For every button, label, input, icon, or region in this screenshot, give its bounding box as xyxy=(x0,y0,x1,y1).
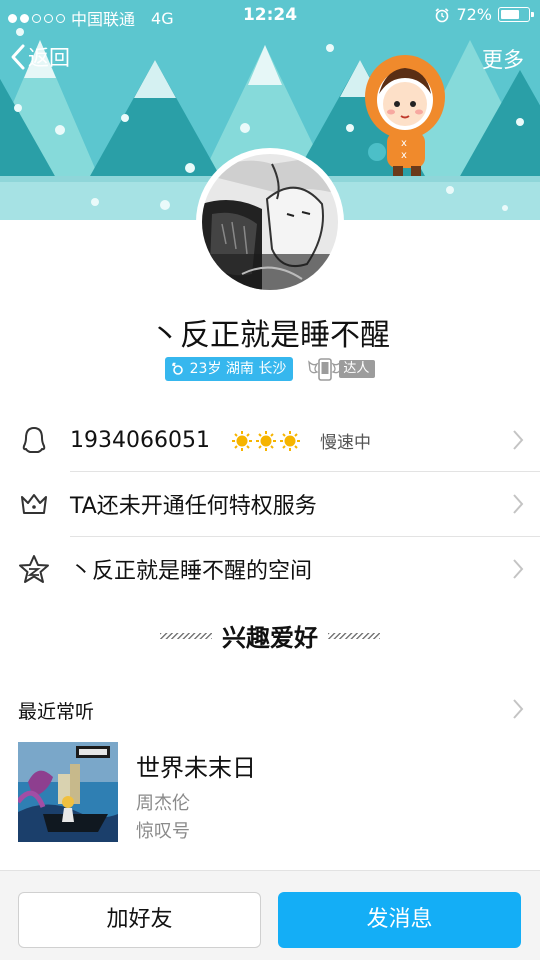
qq-number-text: 1934066051 xyxy=(70,427,210,453)
recent-listening-label[interactable]: 最近常听 xyxy=(18,697,94,724)
svg-text:x: x xyxy=(401,138,407,149)
more-button[interactable]: 更多 xyxy=(482,44,524,74)
interests-title: 兴趣爱好 xyxy=(222,624,318,652)
song-album: 惊叹号 xyxy=(136,821,190,842)
privilege-text: TA还未开通任何特权服务 xyxy=(70,494,317,519)
add-friend-button[interactable]: 加好友 xyxy=(18,892,261,948)
status-bar: 中国联通 4G 12:24 72% xyxy=(0,0,540,32)
info-badge: 23岁 湖南 长沙 xyxy=(164,357,294,381)
info-badge-text: 23岁 湖南 长沙 xyxy=(189,361,287,377)
nav-bar: 返回 更多 xyxy=(0,38,540,82)
song-title: 世界未末日 xyxy=(136,754,256,782)
heading-hatch-right xyxy=(328,632,380,639)
alarm-icon xyxy=(435,7,449,22)
qq-number-row[interactable]: 1934066051 慢速中 xyxy=(0,408,540,472)
male-gender-icon xyxy=(171,362,183,375)
space-row[interactable]: 丶反正就是睡不醒的空间 xyxy=(0,537,540,601)
sun-level-icon xyxy=(255,430,276,451)
back-button[interactable]: 返回 xyxy=(10,42,70,72)
profile-tags: 23岁 湖南 长沙 达人 xyxy=(0,356,540,382)
daren-label: 达人 xyxy=(339,360,376,378)
chevron-right-icon xyxy=(513,430,524,450)
qq-number: 1934066051 xyxy=(70,428,301,453)
chevron-right-icon[interactable] xyxy=(512,698,524,720)
avatar[interactable] xyxy=(196,148,344,296)
space-text: 丶反正就是睡不醒的空间 xyxy=(70,559,313,584)
svg-text:x: x xyxy=(401,150,407,161)
winged-phone-icon xyxy=(308,358,343,381)
qzone-star-icon xyxy=(19,555,49,583)
song-artist: 周杰伦 xyxy=(136,793,190,814)
crown-icon xyxy=(21,494,47,514)
battery-icon xyxy=(498,7,534,22)
interests-heading: 兴趣爱好 xyxy=(0,618,540,653)
chevron-right-icon xyxy=(513,559,524,579)
avatar-image xyxy=(202,154,338,290)
level-suns xyxy=(231,430,301,452)
sun-level-icon xyxy=(279,430,300,451)
back-label: 返回 xyxy=(28,46,70,70)
heading-hatch-left xyxy=(160,632,212,639)
qq-penguin-icon xyxy=(22,427,46,453)
nickname: 丶反正就是睡不醒 xyxy=(150,318,390,353)
level-status: 慢速中 xyxy=(320,432,371,453)
chevron-left-icon xyxy=(11,44,25,70)
album-cover-image[interactable] xyxy=(18,742,118,842)
bottom-action-bar: 加好友 发消息 xyxy=(0,870,540,960)
send-message-button[interactable]: 发消息 xyxy=(278,892,521,948)
privilege-row[interactable]: TA还未开通任何特权服务 xyxy=(0,472,540,536)
chevron-right-icon xyxy=(513,494,524,514)
battery-percent: 72% xyxy=(456,5,492,24)
daren-badge[interactable]: 达人 xyxy=(307,356,376,382)
sun-level-icon xyxy=(231,430,252,451)
